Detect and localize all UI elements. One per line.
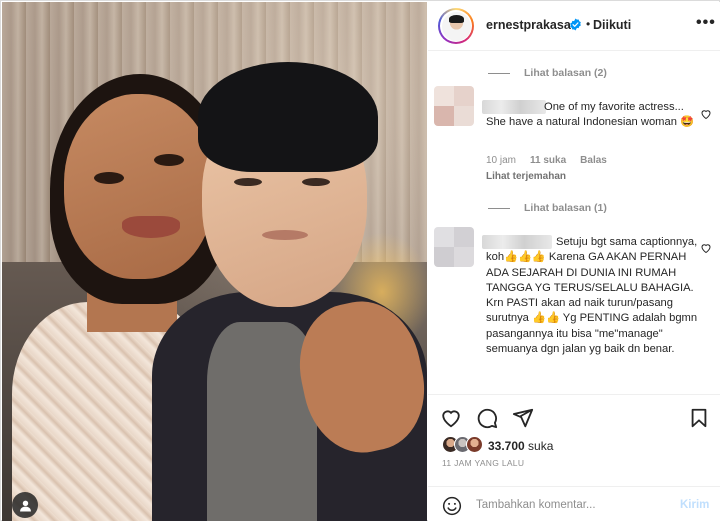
comment-text: One of my favorite actress... She have a…: [486, 101, 694, 129]
comment-likes[interactable]: 11 suka: [530, 155, 566, 166]
post-timestamp[interactable]: 11 JAM YANG LALU: [442, 458, 524, 468]
add-comment-bar: Kirim: [428, 486, 720, 521]
likes-label: suka: [528, 439, 554, 453]
commenter-avatar[interactable]: [434, 86, 474, 126]
photo-woman-face: [64, 94, 214, 279]
comment-text: Setuju bgt sama captionnya, koh👍👍👍 Karen…: [486, 236, 698, 356]
post-dialog: ernestprakasa • Diikuti ••• Lihat balasa…: [0, 0, 720, 521]
post-actions: 33.700 suka 11 JAM YANG LALU: [428, 394, 720, 474]
author-avatar-image: [441, 11, 471, 41]
commenter-avatar[interactable]: [434, 227, 474, 267]
user-tag-icon: [19, 500, 31, 511]
view-replies-label: Lihat balasan (1): [524, 202, 607, 214]
comment-like-heart-icon[interactable]: [700, 242, 712, 254]
author-avatar[interactable]: [438, 8, 474, 44]
post-side-panel: ernestprakasa • Diikuti ••• Lihat balasa…: [428, 2, 720, 521]
photo-man-hair: [198, 62, 378, 172]
like-heart-icon[interactable]: [440, 407, 462, 429]
post-photo[interactable]: [2, 2, 427, 521]
user-tag-button[interactable]: [12, 492, 38, 518]
liker-avatar: [466, 436, 483, 453]
more-options-icon[interactable]: •••: [696, 14, 716, 32]
view-replies-button[interactable]: Lihat balasan (1): [488, 202, 607, 214]
see-translation-link[interactable]: Lihat terjemahan: [486, 171, 566, 182]
comment-time: 10 jam: [486, 155, 517, 166]
header-separator: •: [586, 17, 591, 31]
view-replies-button[interactable]: Lihat balasan (2): [488, 67, 607, 79]
comment-meta: 10 jam 11 suka Balas: [486, 155, 607, 166]
liked-by-avatars[interactable]: [442, 436, 488, 454]
comments-list[interactable]: Lihat balasan (2) One of my favorite act…: [428, 52, 720, 392]
comment-reply-button[interactable]: Balas: [580, 155, 607, 166]
comment-like-heart-icon[interactable]: [700, 108, 712, 120]
author-username[interactable]: ernestprakasa: [486, 18, 571, 32]
verified-badge-icon: [570, 18, 581, 31]
comment-icon[interactable]: [476, 407, 498, 429]
post-comment-button[interactable]: Kirim: [680, 499, 709, 511]
likes-number: 33.700: [488, 439, 525, 453]
likes-count[interactable]: 33.700 suka: [488, 439, 553, 453]
add-comment-input[interactable]: [476, 495, 666, 515]
follow-status-button[interactable]: Diikuti: [593, 18, 631, 32]
post-header: ernestprakasa • Diikuti •••: [428, 2, 720, 51]
emoji-icon[interactable]: [442, 496, 462, 516]
view-replies-label: Lihat balasan (2): [524, 67, 607, 79]
share-icon[interactable]: [512, 407, 534, 429]
bookmark-icon[interactable]: [688, 407, 710, 429]
